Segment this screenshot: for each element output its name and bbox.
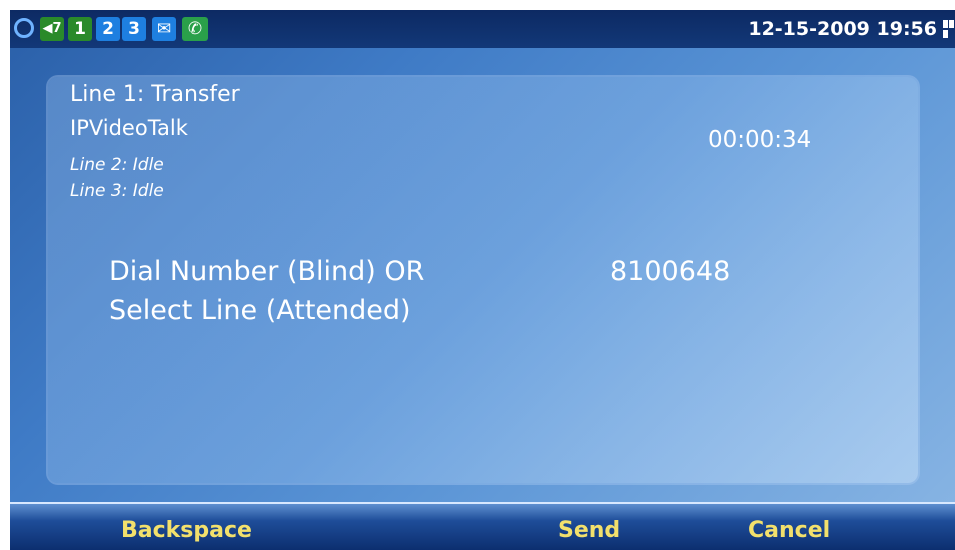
message-icon[interactable]: ✉ xyxy=(152,17,176,41)
phone-icon[interactable]: ✆ xyxy=(182,17,208,41)
line-2-indicator[interactable]: 2 xyxy=(96,17,120,41)
status-bar: ◀7 1 2 3 ✉ ✆ 12-15-2009 19:56 xyxy=(10,10,955,48)
backspace-button[interactable]: Backspace xyxy=(121,518,252,543)
transfer-prompt-blind: Dial Number (Blind) OR xyxy=(109,256,425,287)
transfer-prompt-attended: Select Line (Attended) xyxy=(109,295,411,326)
call-timer: 00:00:34 xyxy=(708,127,812,153)
caller-name: IPVideoTalk xyxy=(70,116,188,140)
cancel-button[interactable]: Cancel xyxy=(748,518,830,543)
softkey-bar: Backspace Send Cancel xyxy=(10,502,955,550)
line-3-status[interactable]: Line 3: Idle xyxy=(70,181,164,201)
line-3-indicator[interactable]: 3 xyxy=(122,17,146,41)
status-datetime: 12-15-2009 19:56 xyxy=(748,18,937,40)
line-1-status: Line 1: Transfer xyxy=(70,82,240,107)
line-2-status[interactable]: Line 2: Idle xyxy=(70,155,164,175)
dialed-number-field[interactable]: 8100648 xyxy=(610,256,730,287)
network-signal-icon xyxy=(943,20,955,40)
send-button[interactable]: Send xyxy=(558,518,620,543)
line-1-indicator[interactable]: 1 xyxy=(68,17,92,41)
network-status-icon xyxy=(14,18,34,38)
volume-icon[interactable]: ◀7 xyxy=(40,17,64,41)
phone-screen: ◀7 1 2 3 ✉ ✆ 12-15-2009 19:56 Line 1: Tr… xyxy=(10,10,955,550)
